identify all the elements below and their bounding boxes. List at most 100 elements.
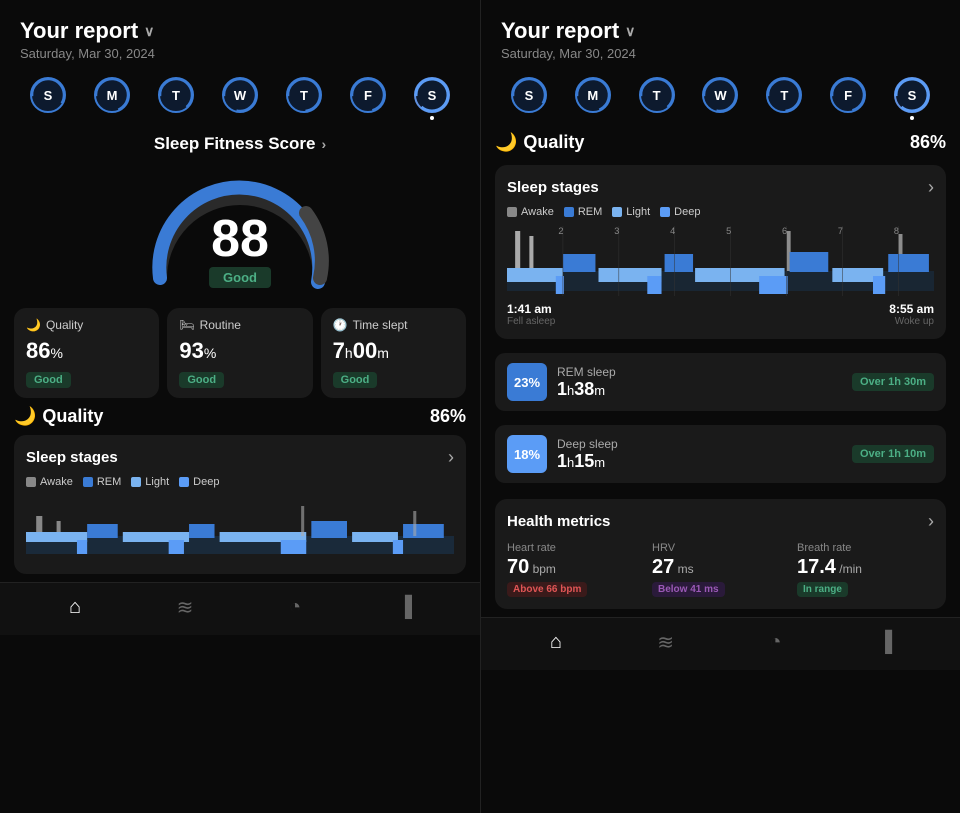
routine-card[interactable]: 🛏 Routine 93% Good <box>167 308 312 398</box>
nav-home-icon[interactable]: ⌂ <box>61 593 89 621</box>
score-title-text: Sleep Fitness Score <box>154 134 316 154</box>
rem-badge: Over 1h 30m <box>852 373 934 391</box>
deep-pct: 18% <box>507 435 547 473</box>
right-day-w[interactable]: W <box>702 77 738 120</box>
left-stages-header: Sleep stages › <box>26 447 454 468</box>
rem-pct: 23% <box>507 363 547 401</box>
day-pill-t2[interactable]: T <box>286 77 322 120</box>
right-day-t2[interactable]: T <box>766 77 802 120</box>
moon-icon: 🌙 <box>26 318 41 332</box>
right-rem-dot <box>564 207 574 217</box>
rem-time: 1h38m <box>557 379 842 400</box>
deep-time: 1h15m <box>557 451 842 472</box>
left-quality-section: 🌙 Quality 86% Sleep stages › Awake REM <box>0 406 480 582</box>
right-bottom-nav: ⌂ ≋ ◔ ▐ <box>481 617 960 670</box>
left-stages-chevron[interactable]: › <box>448 447 454 468</box>
day-pill-s1[interactable]: S <box>30 77 66 120</box>
svg-text:3: 3 <box>614 226 619 236</box>
score-section: Sleep Fitness Score › 88 Good <box>0 126 480 298</box>
right-stages-card: Sleep stages › Awake REM Light <box>495 165 946 339</box>
left-stages-legend: Awake REM Light Deep <box>26 476 454 488</box>
right-stages-chevron[interactable]: › <box>928 177 934 198</box>
routine-value: 93% <box>179 338 300 364</box>
day-pill-t1[interactable]: T <box>158 77 194 120</box>
score-title[interactable]: Sleep Fitness Score › <box>20 134 460 154</box>
health-title: Health metrics <box>507 513 610 530</box>
right-header: Your report ∨ Saturday, Mar 30, 2024 <box>481 0 960 67</box>
svg-text:2: 2 <box>558 226 563 236</box>
right-stages-header: Sleep stages › <box>507 177 934 198</box>
chart-times: 1:41 am Fell asleep 8:55 am Woke up <box>507 302 934 327</box>
right-legend-deep: Deep <box>660 206 700 218</box>
left-date: Saturday, Mar 30, 2024 <box>20 46 460 61</box>
right-nav-activity-icon[interactable]: ≋ <box>652 628 680 656</box>
right-quality-row: 🌙 Quality 86% <box>495 132 946 153</box>
left-title[interactable]: Your report ∨ <box>20 18 460 44</box>
time-slept-card-title: 🕐 Time slept <box>333 318 454 332</box>
quality-card-title: 🌙 Quality <box>26 318 147 332</box>
time-slept-card[interactable]: 🕐 Time slept 7h00m Good <box>321 308 466 398</box>
hrv-metric: HRV 27 ms Below 41 ms <box>652 542 789 597</box>
right-day-s1[interactable]: S <box>511 77 547 120</box>
sleep-start-label: Fell asleep <box>507 316 555 327</box>
health-chevron[interactable]: › <box>928 511 934 532</box>
right-legend-rem: REM <box>564 206 602 218</box>
right-day-m[interactable]: M <box>575 77 611 120</box>
sleep-end-time: 8:55 am <box>889 302 934 316</box>
deep-badge: Over 1h 10m <box>852 445 934 463</box>
right-day-t1[interactable]: T <box>639 77 675 120</box>
right-chart: 2 3 4 5 6 7 8 <box>507 226 934 296</box>
rem-dot <box>83 477 93 487</box>
health-metrics-section: Health metrics › Heart rate 70 bpm Above… <box>495 499 946 609</box>
right-nav-chart-icon[interactable]: ▐ <box>871 628 899 656</box>
right-quality-title-text: Quality <box>523 132 584 153</box>
right-quality-pct: 86% <box>910 132 946 153</box>
quality-moon-icon: 🌙 <box>14 406 36 427</box>
left-panel: Your report ∨ Saturday, Mar 30, 2024 S M… <box>0 0 480 813</box>
left-quality-header: 🌙 Quality 86% <box>14 406 466 427</box>
legend-awake: Awake <box>26 476 73 488</box>
right-panel: Your report ∨ Saturday, Mar 30, 2024 S M… <box>480 0 960 813</box>
bed-icon: 🛏 <box>179 318 194 332</box>
score-chevron: › <box>321 136 326 152</box>
right-day-row: S M T W T <box>481 67 960 126</box>
sleep-start-time: 1:41 am <box>507 302 555 316</box>
routine-card-title: 🛏 Routine <box>179 318 300 332</box>
left-title-chevron: ∨ <box>144 23 154 40</box>
quality-card[interactable]: 🌙 Quality 86% Good <box>14 308 159 398</box>
right-stages-title: Sleep stages <box>507 179 599 196</box>
deep-dot <box>179 477 189 487</box>
day-pill-w[interactable]: W <box>222 77 258 120</box>
deep-bar-wrapper: 18% Deep sleep 1h15m Over 1h 10m <box>481 425 960 499</box>
deep-label: Deep sleep <box>557 437 842 451</box>
breath-rate-metric: Breath rate 17.4 /min In range <box>797 542 934 597</box>
rem-info: REM sleep 1h38m <box>557 365 842 400</box>
awake-dot <box>26 477 36 487</box>
right-nav-alarm-icon[interactable]: ◔ <box>761 628 789 656</box>
right-day-f[interactable]: F <box>830 77 866 120</box>
time-slept-value: 7h00m <box>333 338 454 364</box>
health-metrics-row: Heart rate 70 bpm Above 66 bpm HRV 27 ms… <box>507 542 934 597</box>
nav-alarm-icon[interactable]: ◔ <box>281 593 309 621</box>
nav-activity-icon[interactable]: ≋ <box>171 593 199 621</box>
legend-deep: Deep <box>179 476 219 488</box>
right-nav-home-icon[interactable]: ⌂ <box>542 628 570 656</box>
right-day-s2[interactable]: S <box>894 77 930 120</box>
nav-chart-icon[interactable]: ▐ <box>391 593 419 621</box>
day-pill-f[interactable]: F <box>350 77 386 120</box>
right-stages-wrapper: Sleep stages › Awake REM Light <box>481 165 960 353</box>
day-pill-m[interactable]: M <box>94 77 130 120</box>
right-legend-awake: Awake <box>507 206 554 218</box>
right-title[interactable]: Your report ∨ <box>501 18 940 44</box>
right-legend-light: Light <box>612 206 650 218</box>
left-stages-card: Sleep stages › Awake REM Light <box>14 435 466 574</box>
heart-rate-metric: Heart rate 70 bpm Above 66 bpm <box>507 542 644 597</box>
deep-info: Deep sleep 1h15m <box>557 437 842 472</box>
sleep-end-label: Woke up <box>889 316 934 327</box>
time-slept-badge: Good <box>333 372 378 388</box>
quality-badge: Good <box>26 372 71 388</box>
right-quality-moon-icon: 🌙 <box>495 132 517 153</box>
right-date: Saturday, Mar 30, 2024 <box>501 46 940 61</box>
day-pill-s2[interactable]: S <box>414 77 450 120</box>
left-chart-svg <box>26 496 454 556</box>
